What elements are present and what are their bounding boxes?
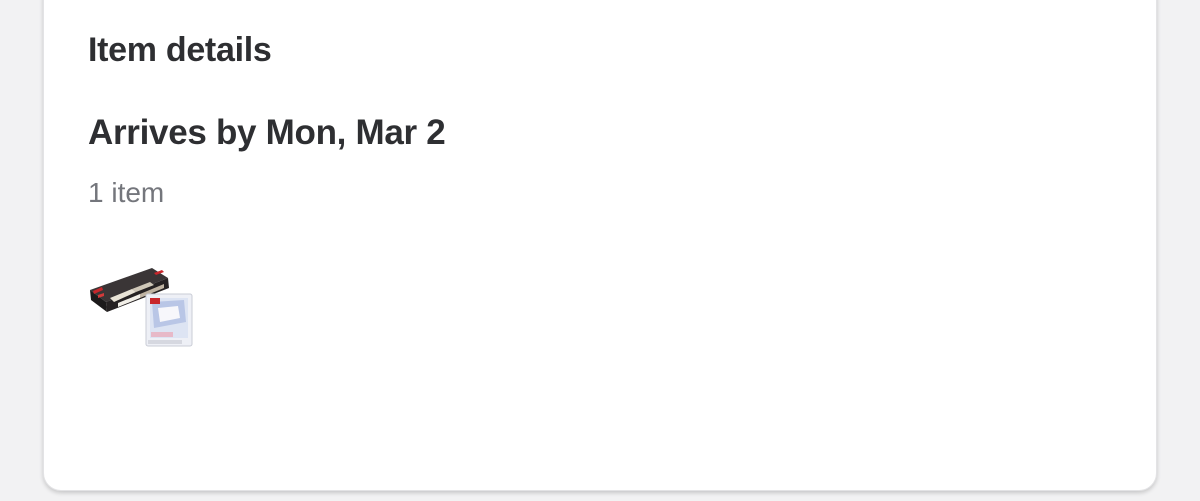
product-bundle-image [90, 268, 193, 347]
arrival-date-heading: Arrives by Mon, Mar 2 [88, 113, 446, 152]
item-count: 1 item [88, 177, 165, 208]
section-title: Item details [88, 31, 272, 69]
item-details-card: Item details Arrives by Mon, Mar 2 1 ite… [43, 0, 1157, 491]
product-thumbnail[interactable] [88, 262, 198, 350]
page: Item details Arrives by Mon, Mar 2 1 ite… [0, 0, 1200, 501]
